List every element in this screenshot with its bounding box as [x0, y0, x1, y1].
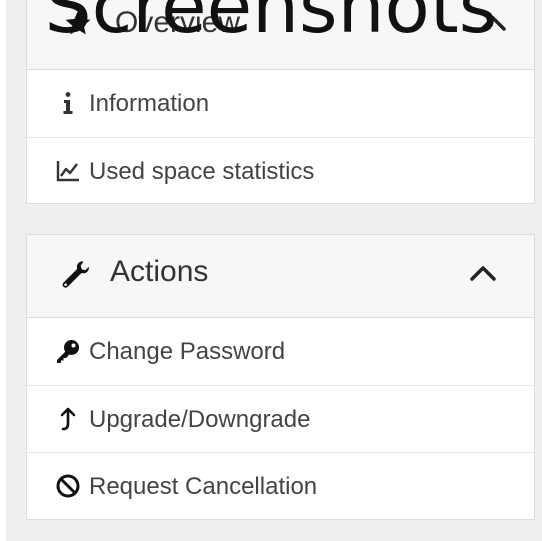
sidebar-item-label: Upgrade/Downgrade: [89, 406, 311, 433]
screenshot-stage: Overview Information Used space statisti…: [0, 0, 542, 541]
sidebar-item-label: Used space statistics: [89, 158, 315, 185]
arrow-up-icon: [60, 407, 76, 431]
sidebar-item-used-space-statistics[interactable]: Used space statistics: [27, 137, 534, 204]
overview-panel: Overview Information Used space statisti…: [26, 0, 535, 204]
chevron-up-icon[interactable]: [479, 13, 507, 33]
actions-panel-title: Actions: [110, 255, 209, 288]
sidebar-item-change-password[interactable]: Change Password: [27, 318, 534, 385]
key-icon: [57, 340, 79, 363]
overview-panel-title: Overview: [115, 6, 241, 39]
ban-icon: [56, 474, 80, 498]
info-icon: [63, 92, 73, 114]
sidebar-item-label: Change Password: [89, 338, 286, 365]
line-chart-icon: [56, 161, 79, 182]
sidebar-item-label: Information: [89, 90, 210, 117]
sidebar-item-upgrade-downgrade[interactable]: Upgrade/Downgrade: [27, 385, 534, 452]
overview-panel-header[interactable]: Overview: [27, 0, 534, 70]
sidebar-item-label: Request Cancellation: [89, 473, 318, 500]
sidebar-item-request-cancellation[interactable]: Request Cancellation: [27, 452, 534, 519]
wrench-icon: [62, 261, 89, 288]
actions-panel-header[interactable]: Actions: [27, 235, 534, 318]
star-icon: [65, 10, 91, 35]
chevron-up-icon[interactable]: [469, 263, 497, 283]
sidebar-item-information[interactable]: Information: [27, 70, 534, 137]
actions-panel: Actions Change Password Upgrade/Downgrad…: [26, 234, 535, 520]
